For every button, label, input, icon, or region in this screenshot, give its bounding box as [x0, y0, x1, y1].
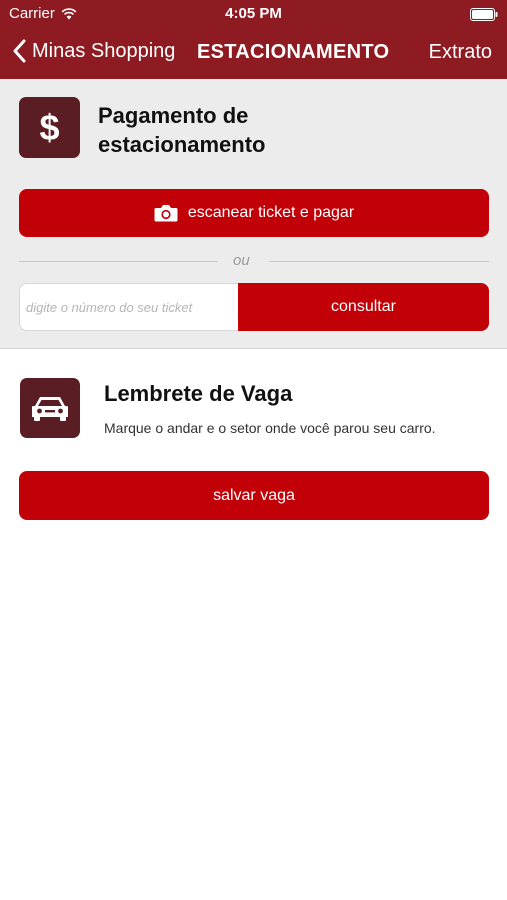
save-spot-button[interactable]: salvar vaga [19, 471, 489, 520]
battery-icon [470, 8, 498, 21]
divider-line-right [269, 261, 489, 262]
ticket-number-input[interactable] [19, 283, 239, 331]
consult-label: consultar [331, 298, 396, 315]
scan-ticket-label: escanear ticket e pagar [187, 204, 355, 221]
reminder-section: Lembrete de Vaga Marque o andar e o seto… [0, 350, 507, 550]
car-icon [32, 397, 68, 421]
payment-icon-box: $ [19, 97, 80, 158]
back-label: Minas Shopping [32, 39, 176, 62]
camera-icon [154, 205, 178, 222]
reminder-title: Lembrete de Vaga [104, 381, 293, 406]
page-title: ESTACIONAMENTO [197, 41, 390, 63]
status-time: 4:05 PM [225, 5, 282, 22]
navigation-bar: Minas Shopping ESTACIONAMENTO Extrato [0, 28, 507, 79]
reminder-icon-box [20, 378, 80, 438]
payment-title: Pagamento de estacionamento [98, 103, 266, 157]
reminder-description: Marque o andar e o setor onde você parou… [104, 420, 436, 436]
chevron-left-icon [13, 39, 26, 63]
back-button[interactable]: Minas Shopping [12, 39, 175, 63]
dollar-icon: $ [39, 106, 60, 148]
ticket-row: consultar [19, 283, 489, 331]
or-label: ou [233, 252, 250, 269]
consult-button[interactable]: consultar [238, 283, 489, 331]
scan-ticket-button[interactable]: escanear ticket e pagar [19, 189, 489, 237]
divider-line-left [19, 261, 218, 262]
save-spot-label: salvar vaga [213, 486, 295, 504]
payment-section: $ Pagamento de estacionamento escanear t… [0, 79, 507, 349]
or-divider: ou [19, 252, 489, 272]
extrato-button[interactable]: Extrato [429, 41, 492, 64]
status-bar: Carrier 4:05 PM [0, 0, 507, 28]
